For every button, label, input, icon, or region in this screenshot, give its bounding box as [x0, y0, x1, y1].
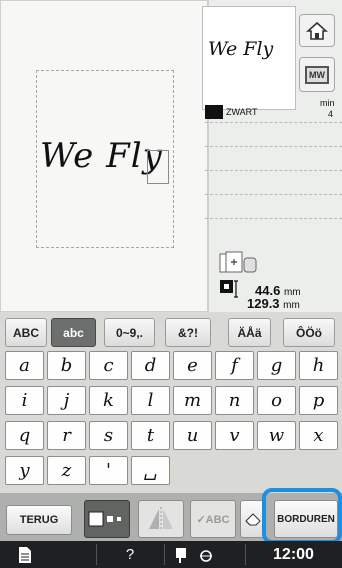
key[interactable]: s	[89, 421, 128, 450]
presser-foot-icon	[176, 547, 212, 563]
tab-0[interactable]: ABC	[5, 318, 47, 347]
key[interactable]: x	[299, 421, 338, 450]
key[interactable]: b	[47, 351, 86, 380]
key[interactable]: d	[131, 351, 170, 380]
key[interactable]: j	[47, 386, 86, 415]
tab-5[interactable]: ÔÖö	[283, 318, 335, 347]
home-icon	[306, 21, 328, 40]
key[interactable]: t	[131, 421, 170, 450]
key[interactable]: f	[215, 351, 254, 380]
thread-color-name: ZWART	[226, 107, 258, 117]
divider	[205, 146, 342, 147]
clock: 12:00	[273, 545, 314, 563]
preview-text: We Fly	[208, 38, 274, 60]
key[interactable]: q	[5, 421, 44, 450]
key[interactable]: g	[257, 351, 296, 380]
embroider-highlight	[262, 488, 342, 544]
home-button[interactable]	[299, 14, 335, 47]
key[interactable]: n	[215, 386, 254, 415]
thread-color-swatch	[205, 105, 223, 119]
key[interactable]: r	[47, 421, 86, 450]
key[interactable]: y	[5, 456, 44, 485]
tab-4[interactable]: ÄÅä	[228, 318, 271, 347]
key[interactable]: '	[89, 456, 128, 485]
divider	[205, 170, 342, 171]
divider	[205, 194, 342, 195]
eraser-icon	[245, 513, 261, 526]
key[interactable]: i	[5, 386, 44, 415]
key[interactable]: m	[173, 386, 212, 415]
key[interactable]: l	[131, 386, 170, 415]
spellcheck-button[interactable]: ✓ABC	[190, 500, 236, 538]
key[interactable]: a	[5, 351, 44, 380]
key[interactable]: ␣	[131, 456, 170, 485]
key[interactable]: o	[257, 386, 296, 415]
tab-2[interactable]: 0~9,.	[104, 318, 155, 347]
back-button[interactable]: TERUG	[6, 505, 72, 535]
time-label: min	[320, 98, 335, 108]
mirror-button[interactable]	[138, 500, 184, 538]
presser-foot-button[interactable]	[164, 541, 226, 568]
key[interactable]: p	[299, 386, 338, 415]
layout-button[interactable]	[84, 500, 130, 538]
key[interactable]: v	[215, 421, 254, 450]
key[interactable]: u	[173, 421, 212, 450]
key[interactable]: z	[47, 456, 86, 485]
divider	[205, 122, 342, 123]
key[interactable]: c	[89, 351, 128, 380]
text-cursor	[147, 150, 169, 184]
mw-button[interactable]: MW	[299, 57, 335, 92]
divider	[205, 218, 342, 219]
size-icon	[220, 280, 238, 298]
document-icon	[19, 546, 31, 563]
layout-icon	[219, 251, 257, 273]
tab-1[interactable]: abc	[51, 318, 96, 347]
time-value: 4	[328, 109, 334, 119]
key[interactable]: h	[299, 351, 338, 380]
mirror-icon	[149, 507, 173, 531]
tab-3[interactable]: &?!	[165, 318, 211, 347]
key[interactable]: k	[89, 386, 128, 415]
key[interactable]: e	[173, 351, 212, 380]
mw-icon: MW	[305, 65, 329, 84]
document-button[interactable]	[0, 541, 50, 568]
pattern-height: 129.3 mm	[247, 296, 300, 311]
key[interactable]: w	[257, 421, 296, 450]
array-icon	[88, 511, 121, 527]
help-button[interactable]: ?	[96, 541, 164, 568]
